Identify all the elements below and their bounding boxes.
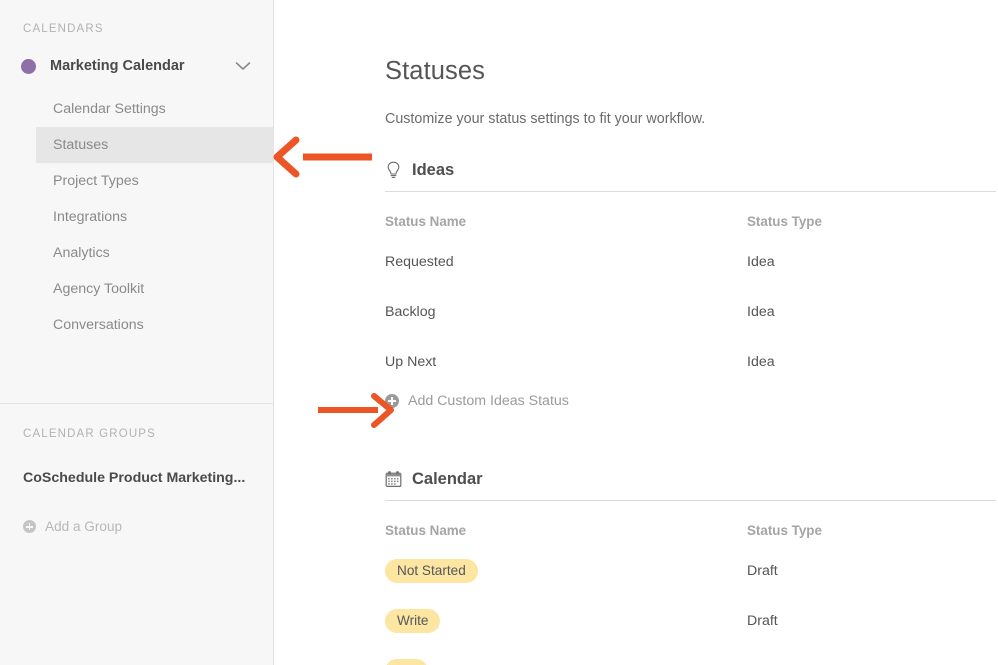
page-subtitle: Customize your status settings to fit yo…: [385, 111, 706, 128]
section-header-ideas: Ideas: [385, 161, 996, 192]
table-row[interactable]: Not Started Draft: [385, 546, 996, 596]
lightbulb-icon: [385, 161, 402, 180]
cell-status-type: Idea: [747, 354, 775, 370]
sidebar-item-label: Project Types: [53, 173, 139, 189]
sidebar-item-label: Calendar Settings: [53, 101, 166, 117]
sidebar-divider: [0, 403, 273, 404]
page-title: Statuses: [385, 57, 486, 86]
add-custom-ideas-status-button[interactable]: Add Custom Ideas Status: [385, 393, 569, 409]
cell-status-name: [385, 658, 747, 665]
sidebar-item-label: Statuses: [53, 137, 109, 153]
add-a-group-button[interactable]: Add a Group: [23, 519, 122, 534]
app-root: CALENDARS Marketing Calendar Calendar Se…: [0, 0, 998, 665]
status-badge: Write: [385, 608, 441, 634]
section-title: Calendar: [412, 470, 483, 488]
statuses-table-calendar: Status Name Status Type Not Started Draf…: [385, 501, 996, 665]
sidebar-item-calendar-settings[interactable]: Calendar Settings: [36, 91, 273, 127]
sidebar-item-label: Agency Toolkit: [53, 281, 145, 297]
table-header-row: Status Name Status Type: [385, 192, 996, 229]
cell-status-type: Draft: [747, 563, 778, 579]
table-row[interactable]: Up Next Idea: [385, 337, 996, 387]
sidebar-item-label: Analytics: [53, 245, 110, 261]
statuses-table-ideas: Status Name Status Type Requested Idea B…: [385, 192, 996, 387]
plus-circle-icon: [23, 520, 36, 533]
sidebar-item-integrations[interactable]: Integrations: [36, 199, 273, 235]
sidebar-nav: Calendar Settings Statuses Project Types…: [0, 91, 273, 343]
main-content: Statuses Customize your status settings …: [274, 0, 998, 665]
sidebar-item-agency-toolkit[interactable]: Agency Toolkit: [36, 271, 273, 307]
calendar-icon: [385, 470, 402, 489]
cell-status-name: Requested: [385, 254, 454, 270]
sidebar-item-analytics[interactable]: Analytics: [36, 235, 273, 271]
column-header-status-type: Status Type: [747, 523, 822, 538]
cell-status-type: Idea: [747, 304, 775, 320]
section-title: Ideas: [412, 161, 455, 179]
section-ideas: Ideas Status Name Status Type Requested …: [385, 161, 996, 409]
status-badge: [385, 658, 428, 665]
column-header-status-type: Status Type: [747, 214, 822, 229]
sidebar-calendar-header[interactable]: Marketing Calendar: [0, 49, 273, 83]
sidebar-section-label-calendar-groups: CALENDAR GROUPS: [23, 428, 156, 440]
table-row[interactable]: Write Draft: [385, 596, 996, 646]
column-header-status-name: Status Name: [385, 214, 467, 229]
sidebar-item-label: Integrations: [53, 209, 128, 225]
plus-circle-icon: [385, 394, 399, 408]
cell-status-type: Idea: [747, 254, 775, 270]
table-row[interactable]: Backlog Idea: [385, 287, 996, 337]
status-badge: Not Started: [385, 558, 478, 584]
column-header-status-name: Status Name: [385, 523, 467, 538]
cell-status-name: Write: [385, 608, 747, 634]
table-row[interactable]: Requested Idea: [385, 237, 996, 287]
sidebar-item-conversations[interactable]: Conversations: [36, 307, 273, 343]
cell-status-type: Draft: [747, 613, 778, 629]
section-header-calendar: Calendar: [385, 470, 996, 501]
section-calendar: Calendar Status Name Status Type Not Sta…: [385, 470, 996, 665]
table-row-partially-visible[interactable]: [385, 646, 996, 665]
add-a-group-label: Add a Group: [45, 519, 123, 534]
cell-status-name: Backlog: [385, 304, 436, 320]
sidebar-group-item[interactable]: CoSchedule Product Marketing...: [23, 470, 245, 486]
sidebar-item-label: Conversations: [53, 317, 144, 333]
table-header-row: Status Name Status Type: [385, 501, 996, 538]
cell-status-name: Not Started: [385, 558, 747, 584]
sidebar: CALENDARS Marketing Calendar Calendar Se…: [0, 0, 274, 665]
cell-status-name: Up Next: [385, 354, 437, 370]
sidebar-section-label-calendars: CALENDARS: [23, 23, 104, 35]
sidebar-item-project-types[interactable]: Project Types: [36, 163, 273, 199]
add-custom-ideas-status-label: Add Custom Ideas Status: [408, 393, 569, 409]
calendar-name: Marketing Calendar: [50, 58, 185, 74]
sidebar-item-statuses[interactable]: Statuses: [36, 127, 273, 163]
calendar-color-dot: [21, 58, 36, 74]
chevron-down-icon[interactable]: [235, 61, 257, 71]
